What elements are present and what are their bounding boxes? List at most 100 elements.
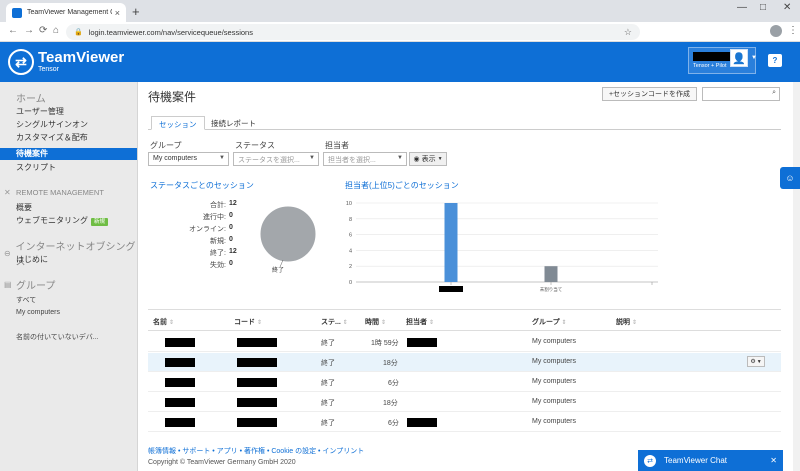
column-label: 担当者 — [406, 319, 427, 326]
row-status: 終了 — [321, 360, 335, 367]
scrollbar[interactable] — [793, 82, 800, 471]
column-time[interactable]: 時間 ⇕ — [365, 317, 386, 327]
sidebar-item-getting-started[interactable]: はじめに — [16, 254, 48, 266]
row-time: 6分 — [388, 380, 399, 387]
row-status: 終了 — [321, 400, 335, 407]
app-header: ⇄ TeamViewer Tensor Tensor + Pilot 👤 ▼ ? — [0, 42, 800, 82]
create-session-code-label: セッションコードを作成 — [613, 91, 691, 98]
column-status[interactable]: ステ... ⇕ — [321, 317, 348, 327]
tab-sessions[interactable]: セッション — [151, 116, 205, 130]
close-tab-icon[interactable]: × — [115, 8, 120, 18]
table-row[interactable]: 終了 6分 My computers — [148, 373, 781, 392]
row-status: 終了 — [321, 380, 335, 387]
reload-icon[interactable]: ⟳ — [39, 25, 47, 36]
bookmark-star-icon[interactable]: ☆ — [624, 27, 632, 38]
view-button[interactable]: ◉ 表示 ▼ — [409, 152, 447, 166]
row-actions-button[interactable]: ⚙ ▼ — [747, 356, 765, 367]
caret-down-icon: ▼ — [437, 156, 443, 162]
row-time: 18分 — [383, 360, 398, 367]
sidebar-item-all[interactable]: すべて — [16, 295, 36, 305]
sort-icon[interactable]: ⇕ — [562, 320, 567, 326]
forward-icon[interactable]: → — [24, 25, 34, 36]
close-window-button[interactable]: ✕ — [783, 2, 791, 13]
stat-in-progress: 進行中: 0 — [161, 212, 241, 222]
sidebar-item-user-management[interactable]: ユーザー管理 — [16, 106, 64, 118]
sort-icon[interactable]: ⇕ — [169, 320, 174, 326]
chat-label: TeamViewer Chat — [664, 456, 727, 465]
groups-label: グループ — [16, 281, 56, 292]
teamviewer-chat-button[interactable]: ⇄ TeamViewer Chat ✕ — [638, 450, 783, 471]
stat-value: 0 — [229, 224, 233, 231]
main-content: 待機案件 + セッションコードを作成 ⌕ セッション 接続レポート グループ ステ… — [139, 82, 800, 471]
column-name[interactable]: 名前 ⇕ — [153, 317, 174, 327]
url-text[interactable]: login.teamviewer.com/nav/servicequeue/se… — [89, 28, 624, 37]
tab-connection-reports[interactable]: 接続レポート — [204, 116, 263, 130]
sidebar-item-sso[interactable]: シングルサインオン — [16, 119, 88, 131]
sidebar-item-web-monitoring[interactable]: ウェブモニタリング 新規 — [16, 215, 109, 227]
assignee-select[interactable]: 担当者を選択... ▼ — [323, 152, 407, 166]
group-select[interactable]: My computers ▼ — [148, 152, 229, 166]
profile-avatar-icon[interactable] — [770, 25, 782, 37]
table-row[interactable]: 終了 18分 My computers — [148, 393, 781, 412]
column-description[interactable]: 説明 ⇕ — [616, 317, 637, 327]
teamviewer-logo-icon: ⇄ — [8, 49, 34, 75]
column-group[interactable]: グループ ⇕ — [532, 317, 567, 327]
sort-icon[interactable]: ⇕ — [257, 320, 262, 326]
redacted-name — [165, 378, 195, 387]
stat-label: 合計: — [210, 202, 226, 209]
feedback-side-tab[interactable]: ☺ — [780, 167, 800, 189]
sort-icon[interactable]: ⇕ — [343, 320, 348, 326]
search-input[interactable]: ⌕ — [702, 87, 780, 101]
redacted-name — [165, 418, 195, 427]
sidebar-item-unnamed-device[interactable]: 名前の付いていないデバ... — [16, 332, 99, 342]
sort-icon[interactable]: ⇕ — [632, 320, 637, 326]
maximize-button[interactable]: □ — [760, 2, 766, 13]
row-time: 6分 — [388, 420, 399, 427]
home-icon[interactable]: ⌂ — [53, 25, 59, 36]
row-group: My computers — [532, 418, 576, 425]
page-title: 待機案件 — [148, 90, 197, 104]
minimize-button[interactable]: — — [737, 2, 747, 13]
sidebar-section-remote-management[interactable]: ✕ REMOTE MANAGEMENT — [4, 188, 104, 197]
sidebar-item-scripts[interactable]: スクリプト — [16, 162, 56, 174]
chevron-down-icon[interactable]: ▼ — [751, 55, 757, 61]
user-avatar-icon[interactable]: 👤 — [730, 49, 748, 67]
close-icon[interactable]: ✕ — [770, 456, 777, 465]
pie-slice-label: 終了 — [272, 266, 284, 274]
sidebar-item-overview[interactable]: 概要 — [16, 202, 32, 214]
column-code[interactable]: コード ⇕ — [234, 317, 262, 327]
assignee-select-placeholder: 担当者を選択... — [328, 157, 376, 164]
stat-value: 12 — [229, 200, 237, 207]
stat-label: 進行中: — [203, 214, 226, 221]
sidebar-item-my-computers[interactable]: My computers — [16, 309, 60, 316]
stat-label: オンライン: — [189, 226, 226, 233]
sort-icon[interactable]: ⇕ — [381, 320, 386, 326]
column-label: 名前 — [153, 319, 167, 326]
table-row[interactable]: 終了 6分 My computers — [148, 413, 781, 432]
chevron-down-icon: ▼ — [219, 155, 225, 161]
sidebar-section-home[interactable]: ホーム — [16, 90, 46, 105]
address-bar[interactable]: 🔒 login.teamviewer.com/nav/servicequeue/… — [66, 24, 640, 40]
browser-menu-icon[interactable]: ⋮ — [788, 25, 798, 36]
browser-tab[interactable]: TeamViewer Management Conso × — [6, 3, 126, 22]
table-row[interactable]: 終了 1時 59分 My computers — [148, 333, 781, 352]
row-group: My computers — [532, 378, 576, 385]
new-tab-button[interactable]: + — [132, 4, 140, 19]
back-icon[interactable]: ← — [8, 25, 18, 36]
footer-links[interactable]: 帳簿情報 • サポート • アプリ • 著作権 • Cookie の設定 • イ… — [148, 446, 364, 456]
sidebar-section-groups[interactable]: ▤ グループ — [4, 277, 55, 292]
eye-icon: ◉ — [413, 156, 420, 163]
redacted-code — [237, 418, 277, 427]
table-row[interactable]: 終了 18分 My computers ⚙ ▼ — [148, 353, 781, 372]
search-icon[interactable]: ⌕ — [772, 89, 776, 97]
column-assignee[interactable]: 担当者 ⇕ — [406, 317, 434, 327]
create-session-code-button[interactable]: + セッションコードを作成 — [602, 87, 697, 101]
stat-label: 終了: — [210, 250, 226, 257]
sidebar-item-service-queue[interactable]: 待機案件 — [0, 148, 137, 160]
sidebar-item-customize[interactable]: カスタマイズ＆配布 — [16, 132, 88, 144]
sort-icon[interactable]: ⇕ — [429, 320, 434, 326]
teamviewer-favicon-icon — [12, 7, 22, 18]
column-label: 時間 — [365, 319, 379, 326]
status-select[interactable]: ステータスを選択... ▼ — [233, 152, 319, 166]
help-icon[interactable]: ? — [768, 54, 782, 67]
